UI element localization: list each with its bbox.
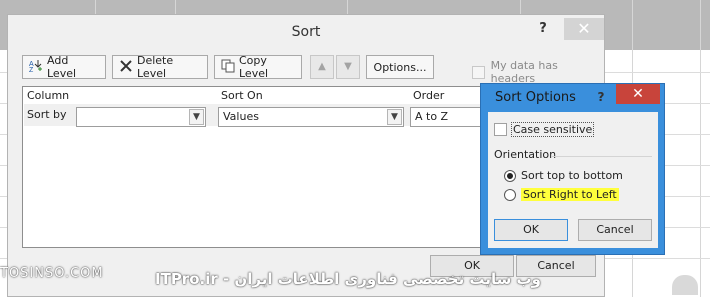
orientation-divider bbox=[552, 156, 652, 157]
svg-text:Z: Z bbox=[29, 67, 34, 73]
add-level-icon: AZ bbox=[29, 59, 43, 76]
sort-top-to-bottom-radio[interactable]: Sort top to bottom bbox=[504, 169, 623, 182]
move-down-button[interactable]: ▼ bbox=[336, 55, 360, 79]
radio-selected-icon[interactable] bbox=[504, 169, 516, 182]
order-header: Order bbox=[413, 89, 445, 102]
headers-checkbox-label: My data has headers bbox=[490, 59, 558, 85]
sort-by-label: Sort by bbox=[27, 108, 67, 121]
close-button[interactable]: ✕ bbox=[564, 18, 604, 40]
watermark-left: TOSINSO.COM bbox=[0, 266, 104, 281]
sort-dialog-title: Sort bbox=[291, 24, 321, 40]
sort-right-to-left-label: Sort Right to Left bbox=[521, 188, 619, 201]
sort-options-body: Case sensitive Orientation Sort top to b… bbox=[488, 112, 658, 248]
options-button[interactable]: Options... bbox=[366, 55, 434, 79]
orientation-label: Orientation bbox=[494, 148, 557, 161]
sort-options-dialog: Sort Options ? ✕ Case sensitive Orientat… bbox=[480, 83, 665, 255]
watermark-right: ITPro.ir - وب سایت تخصصی فناوری اطلاعات … bbox=[155, 270, 541, 288]
add-level-label: Add Level bbox=[47, 54, 77, 80]
delete-x-icon bbox=[119, 59, 133, 76]
move-up-button[interactable]: ▲ bbox=[310, 55, 334, 79]
order-select-value: A to Z bbox=[415, 110, 449, 123]
column-gridline bbox=[700, 0, 701, 297]
my-data-has-headers-checkbox[interactable]: My data has headers bbox=[472, 59, 602, 85]
sort-top-to-bottom-label: Sort top to bottom bbox=[521, 169, 623, 182]
case-sensitive-checkbox[interactable]: Case sensitive bbox=[494, 122, 595, 137]
copy-level-label: Copy Level bbox=[239, 54, 269, 80]
case-sensitive-box[interactable] bbox=[494, 123, 507, 136]
sort-on-select-value: Values bbox=[223, 110, 259, 123]
delete-level-button[interactable]: Delete Level bbox=[112, 54, 208, 80]
headers-checkbox-box[interactable] bbox=[472, 65, 485, 79]
column-header: Column bbox=[27, 89, 70, 102]
cancel-button[interactable]: Cancel bbox=[578, 219, 652, 241]
chevron-down-icon[interactable]: ▼ bbox=[189, 109, 204, 125]
help-button[interactable]: ? bbox=[595, 86, 607, 108]
order-select[interactable]: A to Z bbox=[410, 107, 490, 127]
add-level-button[interactable]: AZ Add Level bbox=[22, 54, 106, 80]
chevron-down-icon[interactable]: ▼ bbox=[387, 109, 402, 125]
radio-unselected-icon[interactable] bbox=[504, 188, 516, 201]
help-button[interactable]: ? bbox=[536, 18, 550, 40]
watermark-logo-icon bbox=[672, 275, 698, 295]
sort-right-to-left-radio[interactable]: Sort Right to Left bbox=[504, 188, 619, 201]
ok-button[interactable]: OK bbox=[494, 219, 568, 241]
sort-options-title: Sort Options bbox=[495, 90, 576, 105]
sort-on-header: Sort On bbox=[221, 89, 263, 102]
sort-toolbar: AZ Add Level Delete Level Copy Level ▲ ▼… bbox=[22, 54, 602, 85]
sort-on-select[interactable]: Values ▼ bbox=[218, 107, 404, 127]
copy-level-button[interactable]: Copy Level bbox=[214, 54, 302, 80]
column-select[interactable]: ▼ bbox=[76, 107, 206, 127]
delete-level-label: Delete Level bbox=[137, 54, 174, 80]
close-button[interactable]: ✕ bbox=[616, 84, 660, 104]
case-sensitive-label: Case sensitive bbox=[511, 122, 595, 137]
copy-icon bbox=[221, 59, 235, 76]
